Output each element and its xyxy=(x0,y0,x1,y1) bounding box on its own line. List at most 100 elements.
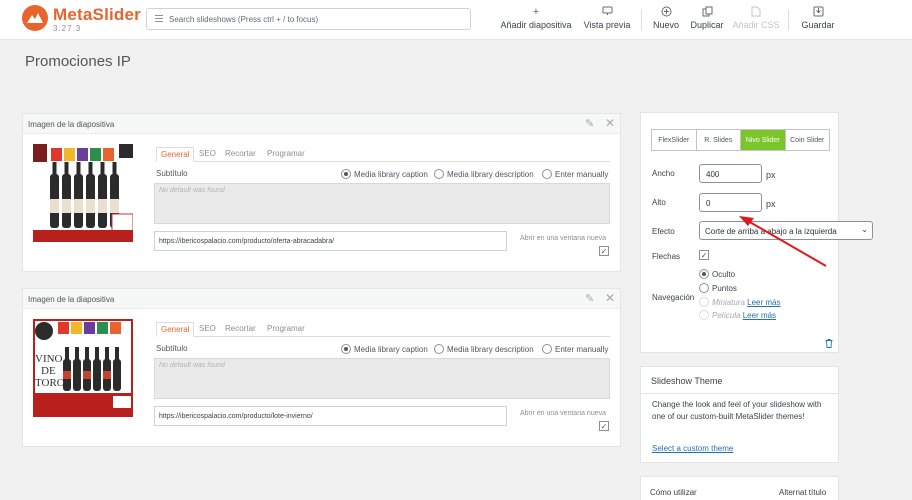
slide-header: Imagen de la diapositiva ✎ ✕ xyxy=(23,289,620,309)
width-unit: px xyxy=(766,170,776,180)
slide-thumbnail[interactable] xyxy=(33,144,133,242)
add-slide-button[interactable]: + Añadir diapositiva xyxy=(498,6,574,30)
slide-card: Imagen de la diapositiva ✎ ✕ VINO DE TOR… xyxy=(22,288,621,447)
select-theme-link[interactable]: Select a custom theme xyxy=(652,444,733,453)
width-label: Ancho xyxy=(652,169,675,178)
slide-url-input[interactable]: https://ibericospalacio.com/producto/lot… xyxy=(154,406,507,426)
trash-icon[interactable] xyxy=(825,339,833,348)
tab-seo[interactable]: SEO xyxy=(195,322,220,337)
caption-option-media-description[interactable]: Media library description xyxy=(434,344,534,354)
add-css-button[interactable]: Añadir CSS xyxy=(732,6,780,30)
metaslider-logo-icon xyxy=(22,5,48,31)
read-more-link[interactable]: Leer más xyxy=(747,298,780,307)
tab-schedule[interactable]: Programar xyxy=(263,147,309,162)
caption-option-manual[interactable]: Enter manually xyxy=(542,169,608,179)
navigation-option-dots[interactable]: Puntos xyxy=(699,283,737,293)
slide-thumbnail[interactable]: VINO DE TORO xyxy=(33,319,133,417)
read-more-link[interactable]: Leer más xyxy=(743,311,776,320)
caption-option-manual[interactable]: Enter manually xyxy=(542,344,608,354)
navigation-label: Navegación xyxy=(652,293,695,302)
caption-option-media-caption[interactable]: Media library caption xyxy=(341,344,428,354)
radio-button[interactable] xyxy=(341,169,351,179)
arrows-label: Flechas xyxy=(652,252,681,261)
slider-type-flexslider[interactable]: FlexSlider xyxy=(652,130,697,150)
slide-header: Imagen de la diapositiva ✎ ✕ xyxy=(23,114,620,134)
close-icon[interactable]: ✕ xyxy=(605,291,615,305)
slide-url-input[interactable]: https://ibericospalacio.com/producto/ofe… xyxy=(154,231,507,251)
menu-icon xyxy=(155,15,163,23)
search-placeholder: Search slideshows (Press ctrl + / to foc… xyxy=(169,15,319,24)
radio-button[interactable] xyxy=(542,169,552,179)
pencil-icon[interactable]: ✎ xyxy=(585,292,594,305)
slideshow-theme-panel: Slideshow Theme Change the look and feel… xyxy=(640,366,839,463)
width-input[interactable]: 400 xyxy=(699,164,762,183)
svg-text:TORO: TORO xyxy=(35,377,65,389)
new-button[interactable]: Nuevo xyxy=(650,6,682,30)
tab-general[interactable]: General xyxy=(156,147,195,162)
svg-text:VINO: VINO xyxy=(35,353,63,365)
slide-header-label: Imagen de la diapositiva xyxy=(28,295,115,304)
slider-type-nivo[interactable]: Nivo Slider xyxy=(741,130,786,150)
usage-panel: Cómo utilizar Alternat título xyxy=(640,476,839,500)
theme-panel-title: Slideshow Theme xyxy=(641,367,838,394)
top-toolbar: MetaSlider 3.27.3 Search slideshows (Pre… xyxy=(0,0,912,40)
arrows-checkbox[interactable]: ✓ xyxy=(699,250,709,260)
chevron-down-icon: ⌄ xyxy=(861,225,868,234)
radio-button[interactable] xyxy=(434,344,444,354)
preview-button[interactable]: Vista previa xyxy=(581,6,633,30)
version-label: 3.27.3 xyxy=(53,24,82,33)
subtitle-label: Subtítulo xyxy=(156,169,188,178)
brand-name: MetaSlider xyxy=(53,5,141,24)
new-window-label: Abrir en una ventana nueva xyxy=(520,235,607,242)
svg-text:DE: DE xyxy=(41,365,56,377)
plus-icon: + xyxy=(532,6,540,18)
height-unit: px xyxy=(766,199,776,209)
navigation-option-filmstrip[interactable]: Película Leer más xyxy=(699,310,776,320)
new-window-label: Abrir en una ventana nueva xyxy=(520,410,607,417)
new-window-checkbox[interactable]: ✓ xyxy=(599,421,609,431)
copy-icon xyxy=(689,6,725,18)
search-input[interactable]: Search slideshows (Press ctrl + / to foc… xyxy=(146,8,471,30)
tab-crop[interactable]: Recortar xyxy=(221,322,260,337)
pencil-icon[interactable]: ✎ xyxy=(585,117,594,130)
navigation-option-thumbnail[interactable]: Miniatura Leer más xyxy=(699,297,781,307)
caption-option-media-description[interactable]: Media library description xyxy=(434,169,534,179)
file-css-icon xyxy=(732,6,780,18)
slide-tabs: General SEO Recortar Programar xyxy=(156,322,610,337)
radio-button[interactable] xyxy=(699,310,709,320)
effect-label: Efecto xyxy=(652,227,675,236)
close-icon[interactable]: ✕ xyxy=(605,116,615,130)
navigation-option-hidden[interactable]: Oculto xyxy=(699,269,735,279)
radio-button[interactable] xyxy=(699,283,709,293)
radio-button[interactable] xyxy=(341,344,351,354)
slider-type-selector: FlexSlider R. Slides Nivo Slider Coin Sl… xyxy=(651,129,830,151)
slide-header-label: Imagen de la diapositiva xyxy=(28,120,115,129)
effect-select[interactable]: Corte de arriba a abajo a la izquierda ⌄ xyxy=(699,221,873,240)
new-window-checkbox[interactable]: ✓ xyxy=(599,246,609,256)
caption-textarea[interactable]: No default was found xyxy=(154,358,610,399)
how-to-use-label[interactable]: Cómo utilizar xyxy=(650,488,697,497)
save-icon xyxy=(798,6,838,18)
slide-tabs: General SEO Recortar Programar xyxy=(156,147,610,162)
height-input[interactable]: 0 xyxy=(699,193,762,212)
slider-type-rslides[interactable]: R. Slides xyxy=(697,130,741,150)
toolbar-divider xyxy=(788,10,789,30)
duplicate-button[interactable]: Duplicar xyxy=(689,6,725,30)
alt-title-label[interactable]: Alternat título xyxy=(779,488,826,497)
tab-general[interactable]: General xyxy=(156,322,195,337)
subtitle-label: Subtítulo xyxy=(156,344,188,353)
radio-button[interactable] xyxy=(699,297,709,307)
toolbar-divider xyxy=(641,10,642,30)
tab-crop[interactable]: Recortar xyxy=(221,147,260,162)
save-button[interactable]: Guardar xyxy=(798,6,838,30)
height-label: Alto xyxy=(652,198,666,207)
radio-button[interactable] xyxy=(699,269,709,279)
slide-card: Imagen de la diapositiva ✎ ✕ General SEO… xyxy=(22,113,621,272)
caption-textarea[interactable]: No default was found xyxy=(154,183,610,224)
radio-button[interactable] xyxy=(434,169,444,179)
caption-option-media-caption[interactable]: Media library caption xyxy=(341,169,428,179)
tab-seo[interactable]: SEO xyxy=(195,147,220,162)
tab-schedule[interactable]: Programar xyxy=(263,322,309,337)
slider-type-coin[interactable]: Coin Slider xyxy=(786,130,830,150)
radio-button[interactable] xyxy=(542,344,552,354)
